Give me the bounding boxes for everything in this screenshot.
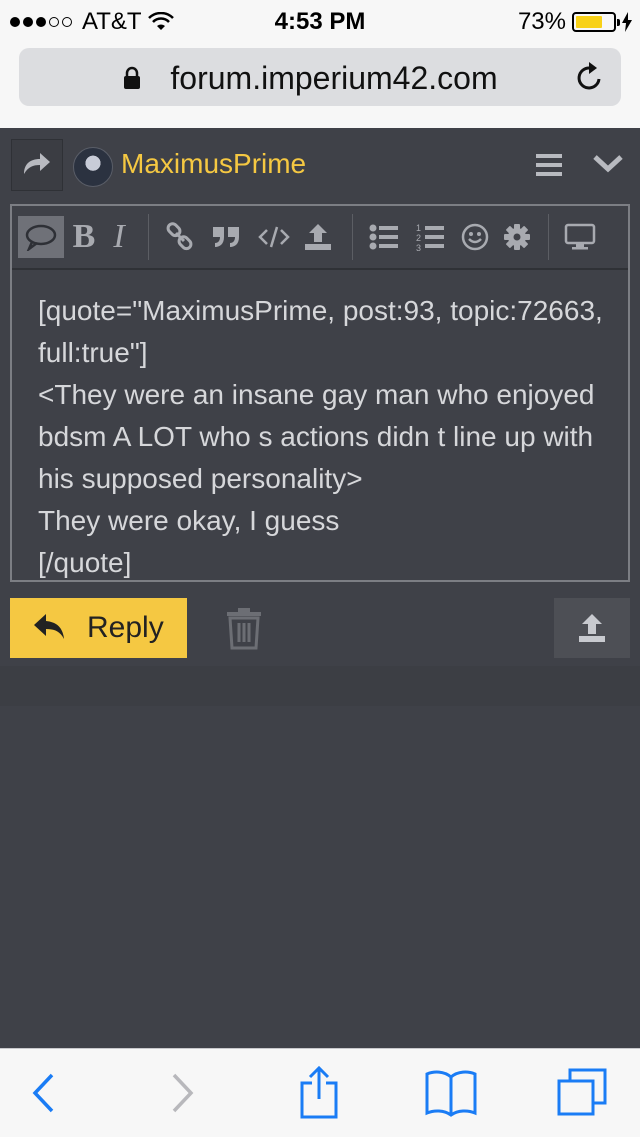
battery-percent: 73% [517,8,566,35]
reload-icon[interactable] [575,61,605,93]
speech-bubble-button[interactable] [18,216,64,258]
browser-bottom-toolbar [0,1048,640,1137]
upload-button[interactable] [300,216,336,258]
chevron-down-icon[interactable] [592,152,624,176]
reply-button-label: Reply [87,611,164,644]
bullet-list-button[interactable] [366,216,402,258]
numbered-list-icon: 1 2 3 [416,223,444,252]
trash-icon[interactable] [224,606,264,650]
editor: B I 1 2 3 [quote="MaximusPrime, post:93,… [10,204,630,582]
reply-button[interactable]: Reply [10,598,187,658]
bullet-list-icon [369,224,398,250]
hamburger-icon[interactable] [536,152,564,178]
share-sheet-icon[interactable] [298,1065,340,1119]
upload-icon [579,614,605,642]
speech-bubble-icon [25,224,57,251]
reply-arrow-icon [34,614,64,639]
italic-button[interactable]: I [106,216,132,258]
battery-status: 73% [518,8,632,36]
settings-button[interactable] [500,216,534,258]
emoji-button[interactable] [458,216,492,258]
editor-textarea[interactable]: [quote="MaximusPrime, post:93, topic:726… [38,290,608,584]
username[interactable]: MaximusPrime [121,148,306,180]
back-chevron-icon[interactable] [30,1071,56,1115]
battery-icon [572,12,620,32]
quote-icon [213,227,239,247]
svg-text:2: 2 [416,233,421,243]
editor-toolbar: B I 1 2 3 [12,206,628,270]
url-bar[interactable]: forum.imperium42.com [19,48,621,106]
reply-context-button[interactable] [11,139,63,191]
monitor-icon [564,223,596,250]
upload-toggle-button[interactable] [554,598,630,658]
forward-chevron-icon[interactable] [170,1071,196,1115]
link-icon [166,222,193,251]
url-text: forum.imperium42.com [170,60,498,96]
code-icon [258,226,290,248]
svg-text:1: 1 [416,223,421,233]
status-bar: AT&T 4:53 PM 73% [0,0,640,40]
browser-top-bar: AT&T 4:53 PM 73% forum.imperium42.com [0,0,640,129]
numbered-list-button[interactable]: 1 2 3 [412,216,448,258]
smiley-icon [461,223,489,251]
tabs-icon[interactable] [556,1067,608,1117]
bold-button[interactable]: B [68,216,100,258]
book-icon[interactable] [424,1069,478,1117]
avatar [73,147,113,187]
code-button[interactable] [254,216,294,258]
preview-button[interactable] [560,216,600,258]
composer-resize-grip[interactable] [0,666,640,706]
quote-button[interactable] [208,216,244,258]
gear-icon [504,224,530,250]
charging-bolt-icon [622,12,632,32]
share-arrow-icon [24,153,50,174]
upload-icon [305,224,331,250]
svg-text:3: 3 [416,243,421,252]
link-button[interactable] [162,216,198,258]
